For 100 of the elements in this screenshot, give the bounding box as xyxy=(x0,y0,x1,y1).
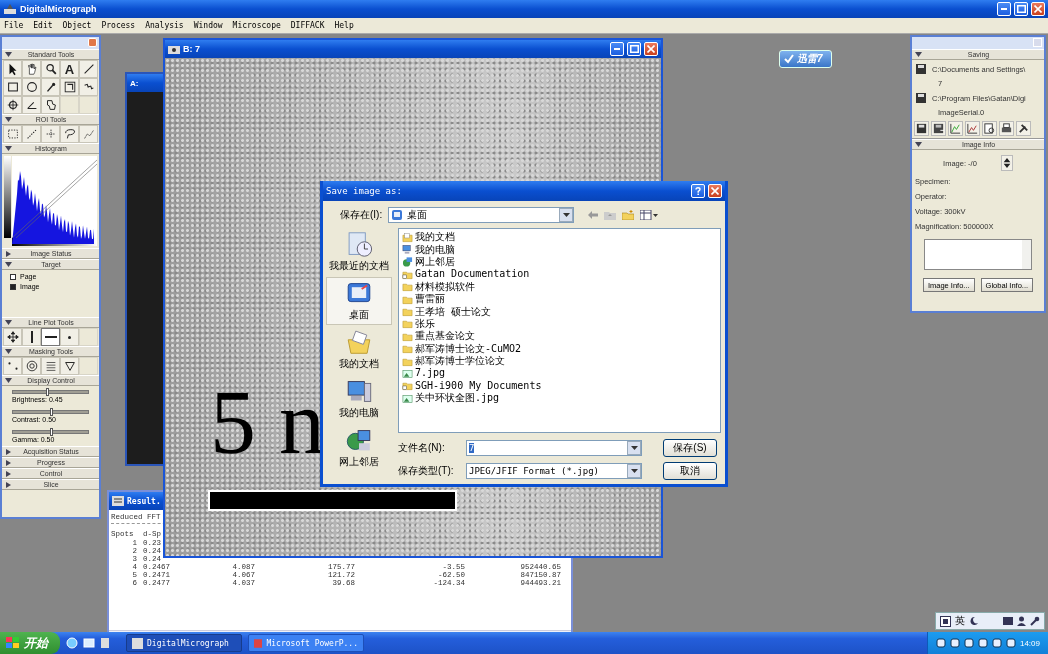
cancel-button[interactable]: 取消 xyxy=(663,462,717,480)
taskbar-button[interactable]: DigitalMicrograph xyxy=(126,634,242,652)
ring-icon xyxy=(24,359,39,373)
radio-button[interactable] xyxy=(10,283,16,290)
triangle-icon xyxy=(62,359,77,373)
tray-icon[interactable] xyxy=(935,638,946,648)
chart-icon[interactable] xyxy=(965,121,980,136)
menu-item[interactable]: Process xyxy=(101,21,136,30)
tool-button[interactable] xyxy=(79,78,98,96)
tray-icon[interactable] xyxy=(1005,638,1016,648)
help-button[interactable] xyxy=(691,184,705,198)
tool-button[interactable] xyxy=(41,60,60,78)
minimize-button[interactable] xyxy=(997,2,1011,16)
menu-item[interactable]: Edit xyxy=(33,21,53,30)
close-button[interactable] xyxy=(1031,2,1045,16)
places-item[interactable]: 桌面 xyxy=(326,277,392,325)
tools-icon[interactable] xyxy=(1016,121,1031,136)
directory-entry[interactable]: 我的电脑 xyxy=(402,243,455,256)
tray-icon[interactable] xyxy=(977,638,988,648)
tool-button[interactable] xyxy=(41,78,60,96)
close-button[interactable] xyxy=(644,42,658,56)
moon-icon[interactable] xyxy=(969,616,979,626)
tool-button[interactable] xyxy=(3,78,22,96)
menu-item[interactable]: Window xyxy=(193,21,223,30)
menu-item[interactable]: Help xyxy=(334,21,354,30)
printer-icon[interactable] xyxy=(999,121,1014,136)
minimize-button[interactable] xyxy=(610,42,624,56)
maximize-button[interactable] xyxy=(627,42,641,56)
tray-icon[interactable] xyxy=(963,638,974,648)
slider-thumb[interactable] xyxy=(49,428,53,436)
tool-button[interactable] xyxy=(79,60,98,78)
close-button[interactable] xyxy=(88,38,97,47)
tool-button[interactable] xyxy=(22,96,41,114)
maximize-button[interactable] xyxy=(1014,2,1028,16)
spinner-icon[interactable] xyxy=(1000,155,1013,171)
tool-button[interactable] xyxy=(3,96,22,114)
slider-thumb[interactable] xyxy=(45,388,49,396)
chart-icon[interactable] xyxy=(948,121,963,136)
tool-button[interactable] xyxy=(3,60,22,78)
directory-entry[interactable]: 网上邻居 xyxy=(402,255,455,269)
menu-item[interactable]: Object xyxy=(62,21,92,30)
document-magnifier-icon[interactable] xyxy=(982,121,997,136)
tool-button[interactable] xyxy=(22,357,41,375)
dropdown-button[interactable] xyxy=(559,208,574,222)
check-icon xyxy=(784,54,794,64)
tool-button[interactable] xyxy=(22,60,41,78)
globe-icon[interactable] xyxy=(66,637,78,649)
menu-item[interactable]: Microscope xyxy=(232,21,281,30)
save-button[interactable]: 保存(S) xyxy=(663,439,717,457)
tool-button[interactable] xyxy=(22,328,41,346)
tray-icon[interactable] xyxy=(949,638,960,648)
places-item[interactable]: 网上邻居 xyxy=(326,424,392,472)
directory-entry[interactable]: 曹雷丽 xyxy=(402,292,445,306)
directory-entry[interactable]: 张乐 xyxy=(402,317,435,331)
directory-entry[interactable]: 郝军涛博士论文-CuMO2 xyxy=(402,342,522,355)
tool-button[interactable] xyxy=(3,328,22,346)
directory-entry[interactable]: Gatan Documentation xyxy=(402,268,530,281)
directory-entry[interactable]: 我的文档 xyxy=(402,231,455,244)
view-menu-icon[interactable] xyxy=(640,210,659,220)
directory-entry[interactable]: 郝军涛博士学位论文 xyxy=(402,354,505,368)
directory-entry[interactable]: SGH-i900 My Documents xyxy=(402,379,542,393)
places-item[interactable]: 我的电脑 xyxy=(326,375,392,423)
folder-icon xyxy=(402,318,413,330)
wrench-icon[interactable] xyxy=(1030,616,1040,626)
tool-button[interactable]: A xyxy=(60,60,79,78)
places-item[interactable]: 我的文档 xyxy=(326,326,392,374)
maximize-icon xyxy=(1016,5,1026,13)
dropdown-button[interactable] xyxy=(627,464,641,478)
image-file-icon xyxy=(402,368,413,379)
places-item[interactable]: 我最近的文档 xyxy=(326,228,392,276)
field-label: 文件名(N): xyxy=(398,441,446,455)
tool-button[interactable] xyxy=(41,328,60,346)
dropdown-button[interactable] xyxy=(627,441,641,455)
taskbar-button[interactable]: Microsoft PowerP... xyxy=(248,634,364,652)
tool-button[interactable] xyxy=(22,78,41,96)
desktop-icon[interactable] xyxy=(83,637,95,649)
directory-entry[interactable]: 关中环状全图.jpg xyxy=(402,392,500,405)
directory-entry[interactable]: 重点基金论文 xyxy=(402,330,475,343)
menu-item[interactable]: File xyxy=(4,21,24,30)
close-icon xyxy=(1034,5,1042,13)
person-icon[interactable] xyxy=(1017,616,1026,626)
file-type-dropdown[interactable]: JPEG/JFIF Format (*.jpg) xyxy=(466,463,642,479)
menu-item[interactable]: DIFFACK xyxy=(290,21,325,30)
filename-field[interactable]: 7 xyxy=(466,440,642,456)
directory-entry[interactable]: 王孝培 硕士论文 xyxy=(402,305,492,318)
save-disk-icon[interactable] xyxy=(914,121,929,136)
menu-item[interactable]: Analysis xyxy=(145,21,184,30)
slider-thumb[interactable] xyxy=(49,408,53,416)
save-as-disk-icon[interactable] xyxy=(931,121,946,136)
radio-button[interactable] xyxy=(10,273,16,280)
location-dropdown[interactable]: 桌面 xyxy=(388,207,575,223)
tool-button[interactable] xyxy=(60,357,79,375)
keyboard-icon[interactable] xyxy=(940,615,951,627)
notes-field[interactable] xyxy=(924,239,1032,270)
close-button[interactable] xyxy=(708,184,722,198)
tool-button[interactable] xyxy=(60,78,79,96)
tray-icon[interactable] xyxy=(991,638,1002,648)
language-label[interactable]: 英 xyxy=(955,614,965,628)
directory-entry[interactable]: 7.jpg xyxy=(402,367,446,380)
directory-entry[interactable]: 材料模拟软件 xyxy=(402,280,475,293)
